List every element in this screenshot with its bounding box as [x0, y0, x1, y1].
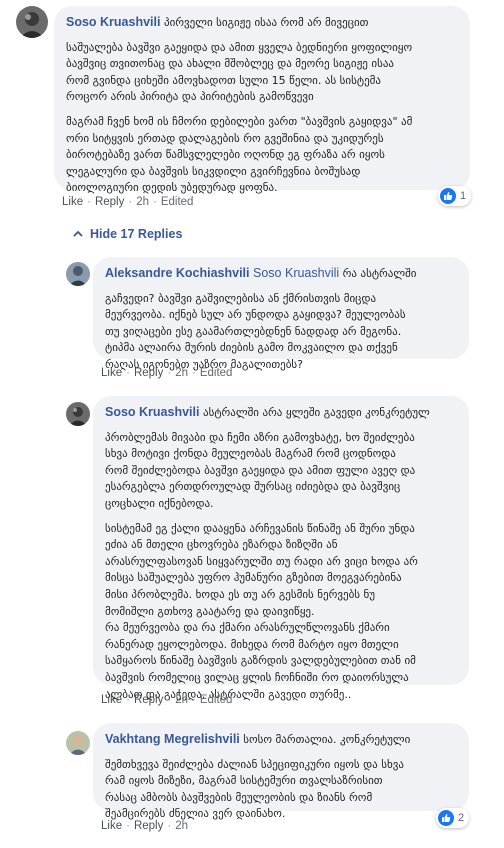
timestamp[interactable]: 2h: [136, 196, 149, 208]
timestamp[interactable]: 2h: [175, 820, 188, 832]
comment-bubble: Soso Kruashvili ასტრალში არა ყლეში გავედ…: [93, 396, 469, 701]
comment-actions: Like · Reply · 2h: [101, 820, 188, 832]
like-button[interactable]: Like: [101, 694, 122, 706]
timestamp[interactable]: 2h: [175, 694, 188, 706]
comment-author[interactable]: Soso Kruashvili: [105, 405, 199, 419]
edited-label: Edited: [199, 694, 233, 706]
avatar[interactable]: [66, 262, 90, 286]
comment-bubble: Vakhtang Megrelishvili სოსო მართალია. კო…: [93, 723, 469, 820]
comment-bubble: Aleksandre Kochiashvili Soso Kruashvili …: [93, 257, 469, 371]
comment-author[interactable]: Vakhtang Megrelishvili: [105, 732, 240, 746]
comment-text: გაჩვედი? ბავშვი გაშვილებისა ან ქმრისთვის…: [105, 291, 406, 371]
reply-button[interactable]: Reply: [95, 196, 124, 208]
timestamp[interactable]: 2h: [175, 367, 188, 379]
reply-button[interactable]: Reply: [134, 367, 163, 379]
comment-lead: ასტრალში არა ყლეში გავედი კონკრეტულ: [202, 406, 430, 419]
mention-link[interactable]: Soso Kruashvili: [253, 266, 339, 280]
reaction-count[interactable]: 1: [438, 186, 472, 206]
reply-button[interactable]: Reply: [134, 820, 163, 832]
comment-text: საშუალება ბავშვი გაეყიდა და ამით ყველა ბ…: [66, 40, 413, 104]
comment-lead: პირველი სიგიჟე ისაა რომ არ მივეცით: [163, 16, 369, 29]
avatar[interactable]: [16, 6, 48, 38]
comment-bubble: Soso Kruashvili პირველი სიგიჟე ისაა რომ …: [54, 6, 470, 194]
comment-lead: სოსო მართალია. კონკრეტული: [243, 733, 411, 746]
like-button[interactable]: Like: [62, 196, 83, 208]
edited-label: Edited: [199, 367, 233, 379]
comment-actions: Like · Reply · 2h · Edited: [101, 367, 233, 379]
thumbs-up-icon: [440, 188, 456, 204]
like-button[interactable]: Like: [101, 820, 122, 832]
comment-lead: რა ასტრალში: [342, 267, 417, 280]
avatar[interactable]: [66, 731, 90, 755]
comment-author[interactable]: Aleksandre Kochiashvili: [105, 266, 250, 280]
reaction-count[interactable]: 2: [436, 808, 470, 828]
hide-replies-button[interactable]: Hide 17 Replies: [72, 227, 182, 241]
comment-text: პრობლემას მივაბი და ჩემი აზრი გამოვხატე,…: [105, 430, 416, 510]
comment-text: მაგრამ ჩვენ ხომ ის ჩმორი დებილები ვართ "…: [66, 114, 413, 195]
comment-text: შემთხვევა შეიძლება ძალიან სპეციფიკური იყ…: [105, 757, 404, 821]
comment-author[interactable]: Soso Kruashvili: [66, 15, 160, 29]
reply-button[interactable]: Reply: [134, 694, 163, 706]
like-button[interactable]: Like: [101, 367, 122, 379]
comment-text: სისტემამ ეგ ქალი დააყენა არჩევანის წინაშ…: [105, 521, 418, 701]
chevron-up-icon: [73, 230, 83, 237]
avatar[interactable]: [66, 402, 90, 426]
thumbs-up-icon: [438, 810, 454, 826]
comment-actions: Like · Reply · 2h · Edited: [101, 694, 233, 706]
edited-label: Edited: [160, 196, 194, 208]
comment-actions: Like · Reply · 2h · Edited: [62, 196, 194, 208]
